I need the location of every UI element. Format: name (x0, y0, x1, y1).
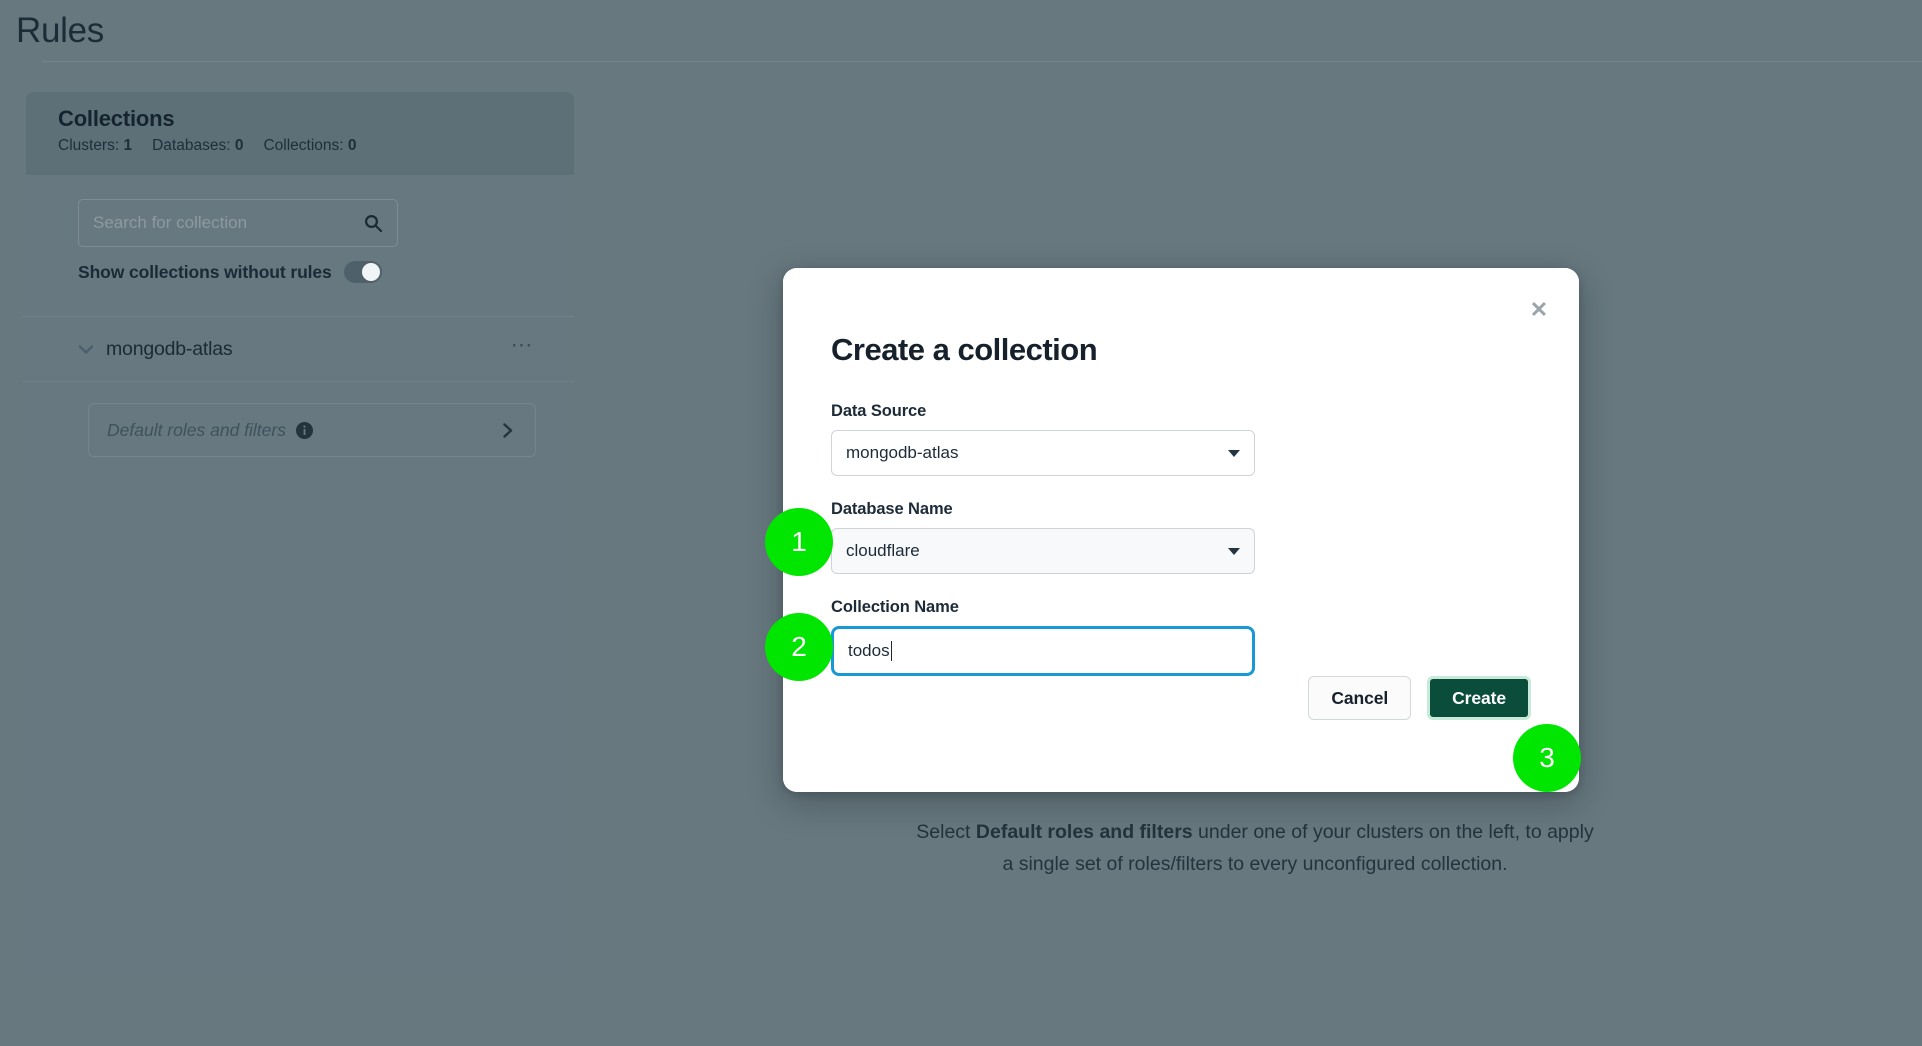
data-source-field-block: Data Source mongodb-atlas (831, 402, 1531, 476)
data-source-label: Data Source (831, 402, 927, 420)
empty-state-line2: a single set of roles/filters to every u… (1002, 853, 1508, 875)
default-roles-and-filters-row[interactable]: Default roles and filters (88, 403, 536, 457)
info-icon[interactable] (295, 421, 313, 439)
collections-panel-body: Show collections without rules mongodb-a… (22, 175, 574, 977)
page-title: Rules (16, 11, 104, 50)
show-collections-toggle-label: Show collections without rules (78, 261, 332, 282)
count-databases-label: Databases: (152, 137, 231, 154)
create-collection-modal: ✕ Create a collection Data Source mongod… (783, 268, 1579, 792)
database-name-field-block: Database Name cloudflare (831, 500, 1531, 574)
modal-title: Create a collection (831, 332, 1098, 367)
count-clusters-value: 1 (123, 137, 133, 154)
show-collections-toggle-row[interactable]: Show collections without rules (78, 261, 382, 283)
collections-panel: Collections Clusters: 1 Databases: 0 Col… (22, 92, 574, 977)
empty-state-bold: Default roles and filters (975, 821, 1193, 843)
cancel-button[interactable]: Cancel (1308, 676, 1412, 720)
search-wrapper (78, 199, 398, 247)
search-input[interactable] (93, 213, 363, 233)
count-collections-value: 0 (347, 137, 357, 154)
tree-node-label: mongodb-atlas (106, 337, 233, 360)
search-box[interactable] (78, 199, 398, 247)
modal-actions: Cancel Create (1308, 676, 1531, 720)
empty-state-prefix: Select (916, 821, 976, 843)
chevron-down-icon (1228, 547, 1240, 555)
collection-name-label: Collection Name (831, 598, 959, 616)
default-roles-and-filters-label: Default roles and filters (107, 419, 286, 440)
data-source-value: mongodb-atlas (846, 443, 959, 462)
close-icon[interactable]: ✕ (1525, 296, 1553, 324)
collection-name-value: todos (848, 641, 890, 660)
chevron-down-icon[interactable] (76, 339, 96, 359)
count-collections: Collections: 0 (263, 137, 356, 155)
chevron-right-icon[interactable] (498, 421, 517, 440)
chevron-down-icon (1228, 449, 1240, 457)
count-clusters: Clusters: 1 (58, 137, 132, 155)
create-button[interactable]: Create (1427, 676, 1531, 720)
tree-node-mongodb-atlas[interactable]: mongodb-atlas ⋯ (22, 317, 574, 381)
collection-name-field-block: Collection Name todos (831, 598, 1531, 676)
empty-state-message: Select Default roles and filters under o… (895, 816, 1615, 880)
show-collections-toggle[interactable] (343, 261, 382, 283)
toggle-knob (361, 263, 380, 281)
count-databases-value: 0 (234, 137, 244, 154)
count-databases: Databases: 0 (152, 137, 243, 155)
ellipsis-icon[interactable]: ⋯ (511, 334, 535, 358)
collection-name-input[interactable]: todos (831, 626, 1255, 676)
header-divider (42, 61, 1922, 62)
collections-panel-header: Collections Clusters: 1 Databases: 0 Col… (26, 92, 574, 175)
data-source-select[interactable]: mongodb-atlas (831, 430, 1255, 476)
database-name-value: cloudflare (846, 541, 920, 560)
database-name-label: Database Name (831, 500, 953, 518)
step-badge-1: 1 (765, 508, 833, 576)
database-name-select[interactable]: cloudflare (831, 528, 1255, 574)
count-collections-label: Collections: (263, 137, 344, 154)
count-clusters-label: Clusters: (58, 137, 120, 154)
step-badge-3: 3 (1513, 724, 1581, 792)
collections-heading: Collections (58, 106, 175, 131)
empty-state-middle: under one of your clusters on the left, … (1192, 821, 1594, 843)
collections-counts: Clusters: 1 Databases: 0 Collections: 0 (58, 137, 574, 155)
step-badge-2: 2 (765, 613, 833, 681)
page-header: Rules (0, 0, 1922, 62)
search-icon[interactable] (363, 213, 383, 233)
tree-divider-bottom (22, 381, 574, 382)
text-cursor (890, 641, 893, 661)
